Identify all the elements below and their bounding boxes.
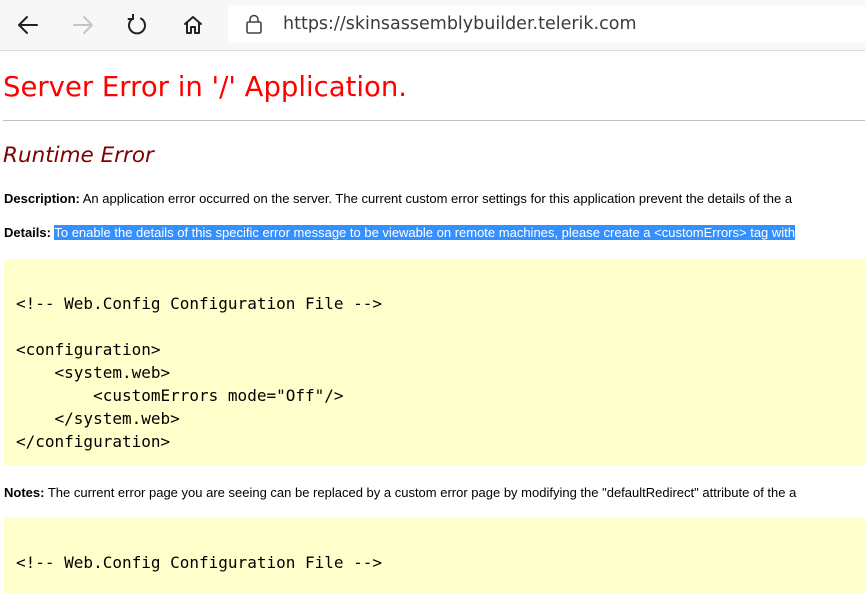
lock-icon [246,14,262,34]
code-block-config: <!-- Web.Config Configuration File --> <… [4,259,865,465]
browser-toolbar: https://skinsassemblybuilder.telerik.com [0,0,865,51]
refresh-button[interactable] [118,6,156,44]
page-title: Server Error in '/' Application. [3,71,408,103]
code-snippet: <!-- Web.Config Configuration File --> <… [16,294,383,451]
code-snippet-2: <!-- Web.Config Configuration File --> [16,553,383,572]
details-text-selected[interactable]: To enable the details of this specific e… [54,225,796,240]
notes-label: Notes: [4,485,45,500]
forward-arrow-icon [73,16,93,34]
code-block-redirect: <!-- Web.Config Configuration File --> [4,517,865,593]
details-line: Details: To enable the details of this s… [4,225,796,240]
details-label: Details: [4,225,51,240]
refresh-icon [127,14,146,35]
error-page: Server Error in '/' Application. Runtime… [0,51,865,593]
home-button[interactable] [174,6,212,44]
divider [3,120,865,121]
notes-text: The current error page you are seeing ca… [47,485,797,500]
notes-line: Notes: The current error page you are se… [4,485,796,500]
description-text: An application error occurred on the ser… [82,191,793,206]
runtime-error-heading: Runtime Error [3,143,154,168]
description-line: Description: An application error occurr… [4,191,792,206]
url-text[interactable]: https://skinsassemblybuilder.telerik.com [283,14,637,34]
description-label: Description: [4,191,80,206]
forward-button[interactable] [64,6,102,44]
back-button[interactable] [9,6,47,44]
address-bar[interactable]: https://skinsassemblybuilder.telerik.com [228,5,865,43]
home-icon [184,16,202,34]
back-arrow-icon [18,16,38,34]
